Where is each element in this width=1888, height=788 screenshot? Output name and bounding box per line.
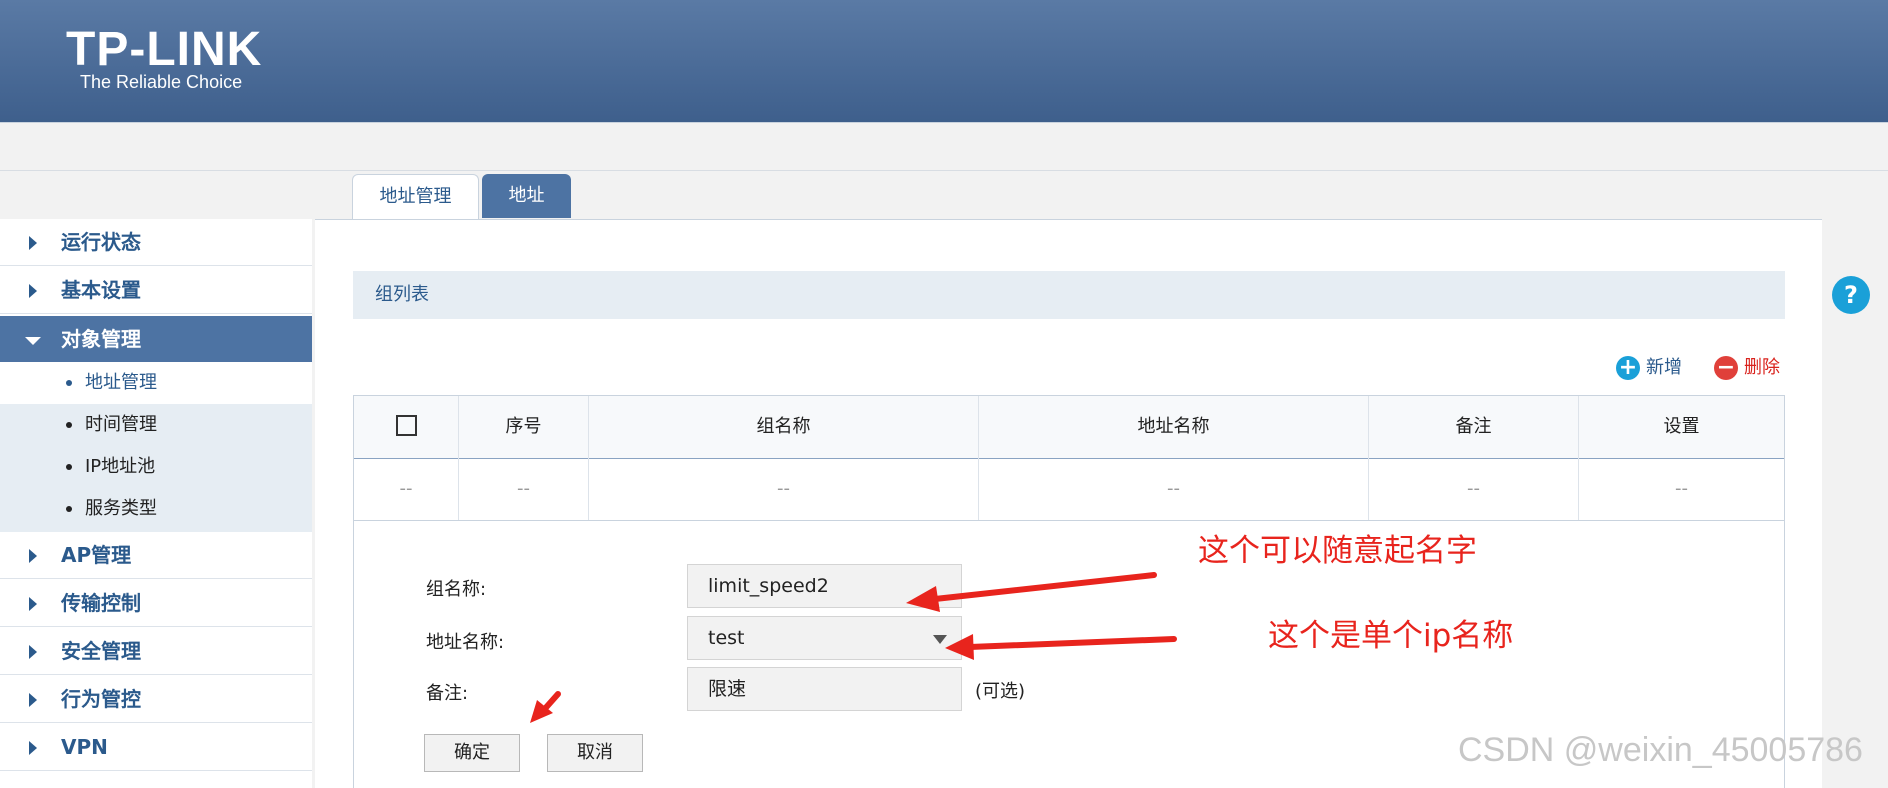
watermark: CSDN @weixin_45005786 [1458,731,1863,769]
annotation-arrow-3 [530,691,561,723]
annotation-arrow-2 [945,634,1177,660]
annotation-arrows [530,572,1177,723]
annotation-arrow-1 [906,572,1157,612]
